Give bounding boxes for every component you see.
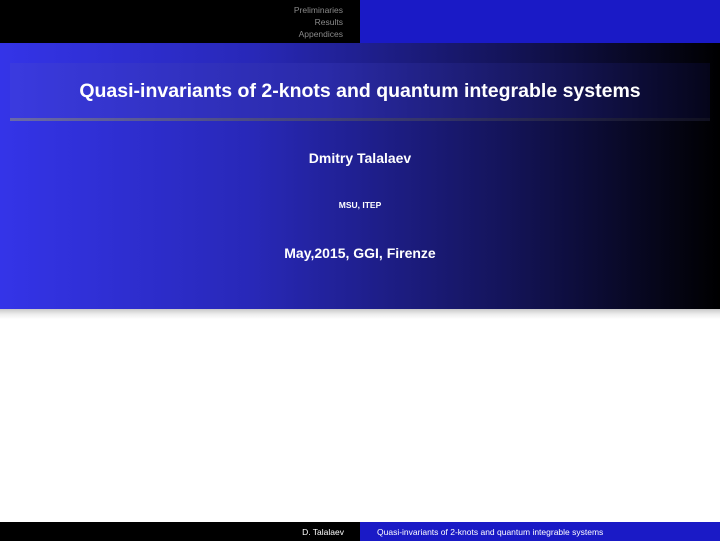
footer-author: D. Talalaev — [0, 522, 360, 541]
author-name: Dmitry Talalaev — [308, 150, 412, 166]
nav-section-results[interactable]: Results — [315, 16, 343, 28]
presentation-title: Quasi-invariants of 2-knots and quantum … — [79, 79, 641, 102]
title-shadow — [0, 309, 720, 319]
nav-section-preliminaries[interactable]: Preliminaries — [294, 4, 343, 16]
section-navigation: Preliminaries Results Appendices — [0, 0, 360, 43]
headline-right-panel — [360, 0, 720, 43]
presentation-date: May,2015, GGI, Firenze — [284, 245, 436, 261]
headline-bar: Preliminaries Results Appendices — [0, 0, 720, 43]
footline-bar: D. Talalaev Quasi-invariants of 2-knots … — [0, 522, 720, 541]
footer-title: Quasi-invariants of 2-knots and quantum … — [360, 522, 720, 541]
nav-section-appendices[interactable]: Appendices — [299, 28, 343, 40]
institute: MSU, ITEP — [338, 200, 382, 210]
